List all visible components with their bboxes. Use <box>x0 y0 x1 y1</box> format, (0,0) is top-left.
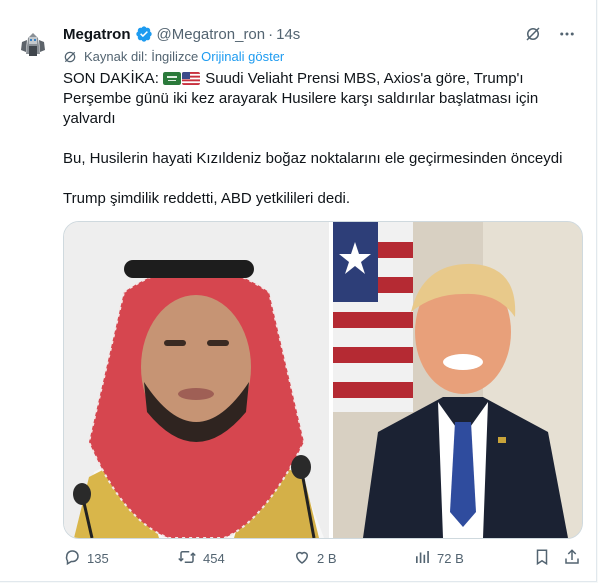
show-original-link[interactable]: Orijinali göster <box>201 49 284 64</box>
views-button[interactable]: 72 B <box>413 548 464 568</box>
tweet-paragraph-3: Trump şimdilik reddetti, ABD yetkilileri… <box>63 190 351 207</box>
verified-badge-icon <box>135 25 153 43</box>
media-photo-right[interactable] <box>333 222 582 538</box>
media-photo-left[interactable] <box>64 222 329 538</box>
tweet-media[interactable] <box>63 221 583 539</box>
avatar[interactable] <box>14 24 52 62</box>
reply-button[interactable]: 135 <box>63 548 109 568</box>
tweet-paragraph-1: SON DAKİKA: Suudi Veliaht Prensi MBS, Ax… <box>63 69 583 129</box>
like-button[interactable]: 2 B <box>293 548 337 568</box>
views-count: 72 B <box>437 550 464 566</box>
repost-count: 454 <box>203 550 225 566</box>
reply-icon <box>63 548 81 569</box>
reply-count: 135 <box>87 550 109 566</box>
separator-dot: · <box>268 25 274 43</box>
repost-icon <box>177 548 197 569</box>
share-icon <box>563 548 581 569</box>
tweet-text: SON DAKİKA: Suudi Veliaht Prensi MBS, Ax… <box>63 69 583 209</box>
saudi-flag-icon <box>163 72 182 85</box>
more-icon[interactable] <box>558 25 576 48</box>
tweet-actions: 135 454 2 B 72 B <box>63 548 583 568</box>
breaking-label: SON DAKİKA: <box>63 70 159 87</box>
like-count: 2 B <box>317 550 337 566</box>
tweet-top-actions <box>524 25 576 48</box>
translation-info: Kaynak dil: İngilizce Orijinali göster <box>63 49 284 64</box>
bookmark-icon <box>533 548 551 569</box>
bookmark-button[interactable] <box>533 548 551 568</box>
tweet-paragraph-2: Bu, Husilerin hayati Kızıldeniz boğaz no… <box>63 150 563 167</box>
repost-button[interactable]: 454 <box>177 548 225 568</box>
like-icon <box>293 548 311 569</box>
grok-icon[interactable] <box>524 25 542 48</box>
timestamp[interactable]: 14s <box>276 26 300 43</box>
views-icon <box>413 548 431 569</box>
us-flag-icon <box>182 72 201 85</box>
tweet-header: Megatron @Megatron_ron · 14s <box>63 24 300 44</box>
author-name[interactable]: Megatron <box>63 26 131 43</box>
author-handle[interactable]: @Megatron_ron <box>157 26 266 43</box>
tweet-card[interactable]: Megatron @Megatron_ron · 14s Kaynak dil:… <box>0 0 597 582</box>
share-button[interactable] <box>563 548 581 568</box>
source-language: Kaynak dil: İngilizce <box>84 49 199 64</box>
translate-globe-icon <box>63 50 77 64</box>
